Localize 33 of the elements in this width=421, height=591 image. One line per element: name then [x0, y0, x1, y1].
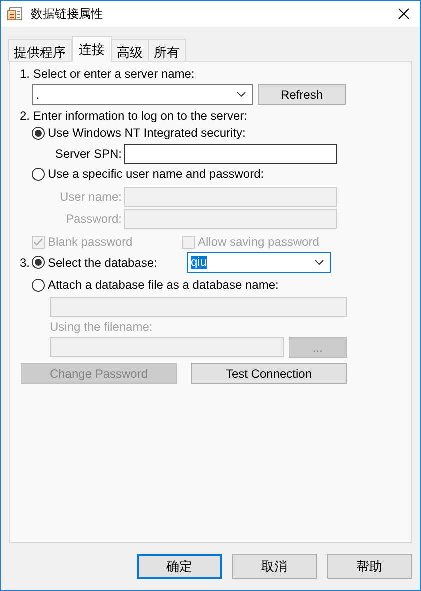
- tab[interactable]: 高级: [111, 39, 149, 61]
- close-icon[interactable]: [398, 8, 410, 20]
- radio-label: Use Windows NT Integrated security:: [48, 125, 246, 142]
- button[interactable]: 帮助: [327, 554, 412, 579]
- checkbox-label: Allow saving password: [198, 234, 320, 251]
- field-label: User name:: [58, 189, 122, 206]
- button[interactable]: 取消: [232, 554, 317, 579]
- checkbox-label: Blank password: [48, 234, 133, 251]
- radio-label: Attach a database file as a database name:: [48, 277, 279, 294]
- section-label: 1. Select or enter a server name:: [20, 67, 196, 81]
- field-label: Password:: [64, 211, 122, 228]
- section-number: 3.: [20, 254, 32, 272]
- radio-button[interactable]: [32, 126, 45, 140]
- button[interactable]: Refresh: [258, 84, 346, 105]
- chevron-down-icon: [315, 260, 324, 265]
- button[interactable]: 确定: [137, 554, 222, 579]
- radio-button[interactable]: [32, 168, 45, 180]
- field-label: Server SPN:: [54, 146, 122, 163]
- radio-button[interactable]: [32, 256, 45, 269]
- button[interactable]: Test Connection: [191, 363, 347, 384]
- radio-label: Select the database:: [48, 254, 158, 272]
- field-label: Using the filename:: [50, 319, 154, 335]
- combo-box[interactable]: qiu: [187, 252, 331, 273]
- input-field[interactable]: [124, 144, 337, 164]
- combo-box[interactable]: .: [32, 84, 253, 105]
- tab[interactable]: 提供程序: [8, 39, 72, 61]
- radio-label: Use a specific user name and password:: [48, 166, 264, 183]
- tab[interactable]: 连接: [72, 36, 112, 62]
- app-icon: [7, 6, 23, 22]
- chevron-down-icon: [237, 92, 246, 97]
- window-title: 数据链接属性: [31, 6, 103, 23]
- tab[interactable]: 所有: [148, 39, 186, 61]
- section-label: 2. Enter information to log on to the server:: [20, 109, 248, 123]
